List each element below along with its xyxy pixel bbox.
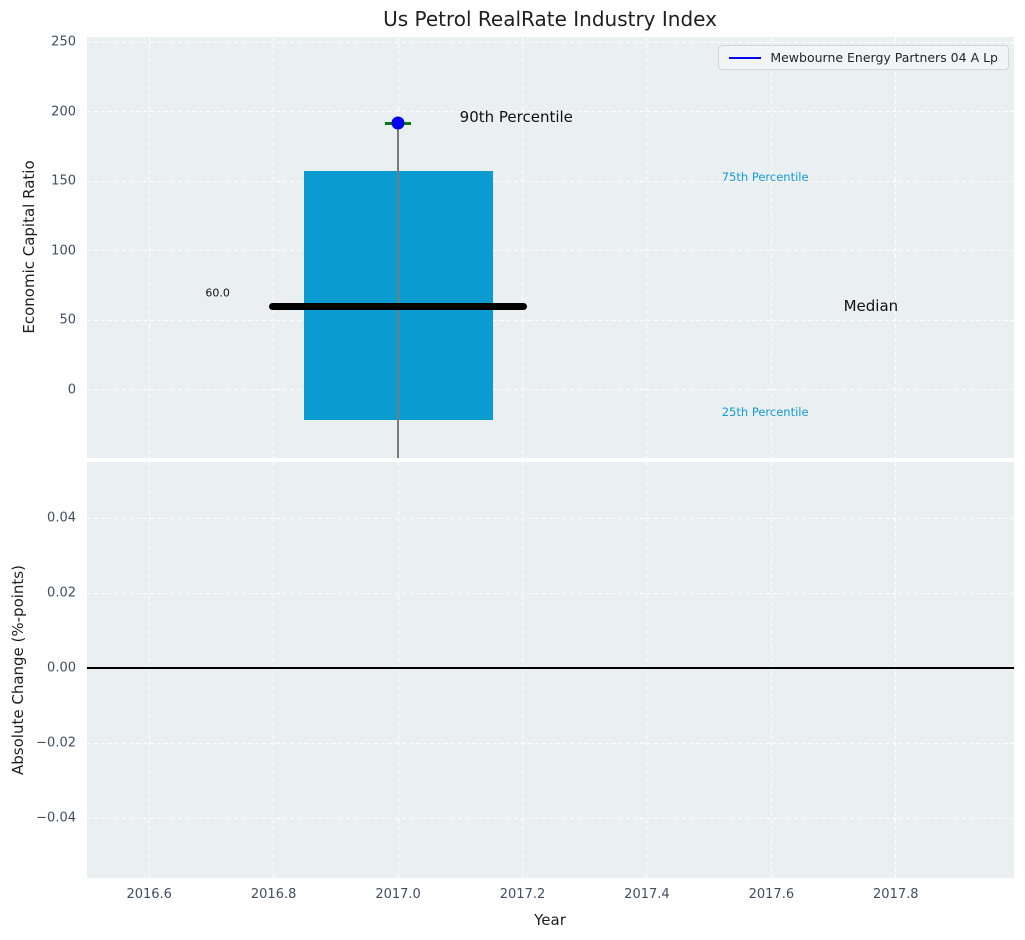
legend: Mewbourne Energy Partners 04 A Lp xyxy=(718,45,1009,70)
chart-title: Us Petrol RealRate Industry Index xyxy=(383,7,717,31)
gridline xyxy=(87,389,1014,391)
x-tick-label: 2016.8 xyxy=(250,887,297,902)
y-tick-label: −0.04 xyxy=(36,810,76,826)
gridline xyxy=(148,462,150,878)
y-tick-label: 250 xyxy=(51,34,76,50)
boxplot-whisker xyxy=(397,123,399,458)
bottom-subplot xyxy=(87,462,1014,878)
y-tick-label: 0.02 xyxy=(47,585,76,601)
chart-figure: Us Petrol RealRate Industry Index Econom… xyxy=(0,0,1025,940)
y-tick-label: 100 xyxy=(51,243,76,259)
gridline xyxy=(87,592,1014,594)
gridline xyxy=(522,37,523,458)
y-tick-label: 0 xyxy=(67,382,76,398)
x-tick-label: 2017.4 xyxy=(624,887,670,902)
top-subplot: Mewbourne Energy Partners 04 A Lp 60.0 90… xyxy=(87,37,1014,458)
gridline xyxy=(87,817,1014,819)
annotation-75th-percentile: 75th Percentile xyxy=(721,170,809,184)
gridline xyxy=(895,462,897,878)
zero-reference-line xyxy=(87,667,1014,670)
gridline xyxy=(273,37,275,458)
gridline xyxy=(770,462,772,878)
y-tick-label: 0.00 xyxy=(47,660,76,676)
y-tick-label: −0.02 xyxy=(36,735,76,751)
x-axis-label: Year xyxy=(534,911,566,929)
gridline xyxy=(87,319,1014,321)
annotation-90th-percentile: 90th Percentile xyxy=(459,108,573,127)
x-tick-label: 2016.6 xyxy=(126,887,172,902)
gridline xyxy=(770,37,772,458)
gridline xyxy=(646,37,648,458)
gridline xyxy=(646,462,648,878)
gridline xyxy=(87,517,1014,519)
annotation-25th-percentile: 25th Percentile xyxy=(721,404,809,419)
company-marker-dot xyxy=(391,116,405,130)
gridline xyxy=(87,250,1014,252)
gridline xyxy=(397,462,399,878)
legend-line-sample xyxy=(729,56,762,59)
annotation-60-0: 60.0 xyxy=(205,286,230,300)
x-tick-label: 2017.8 xyxy=(873,887,919,902)
y-tick-label: 200 xyxy=(51,104,76,120)
x-tick-label: 2017.6 xyxy=(748,887,795,902)
y-tick-label: 50 xyxy=(59,312,76,328)
gridline xyxy=(522,462,523,878)
y-tick-label: 0.04 xyxy=(47,510,76,526)
legend-label: Mewbourne Energy Partners 04 A Lp xyxy=(770,50,998,65)
gridline xyxy=(895,37,897,458)
gridline xyxy=(87,180,1014,182)
gridline xyxy=(273,462,275,878)
gridline xyxy=(87,41,1014,43)
annotation-median: Median xyxy=(843,296,899,315)
gridline xyxy=(87,742,1014,744)
y-tick-label: 150 xyxy=(51,173,76,189)
boxplot-median-line xyxy=(269,302,527,310)
x-tick-label: 2017.0 xyxy=(375,887,421,902)
gridline xyxy=(148,37,150,458)
x-tick-label: 2017.2 xyxy=(499,887,546,902)
